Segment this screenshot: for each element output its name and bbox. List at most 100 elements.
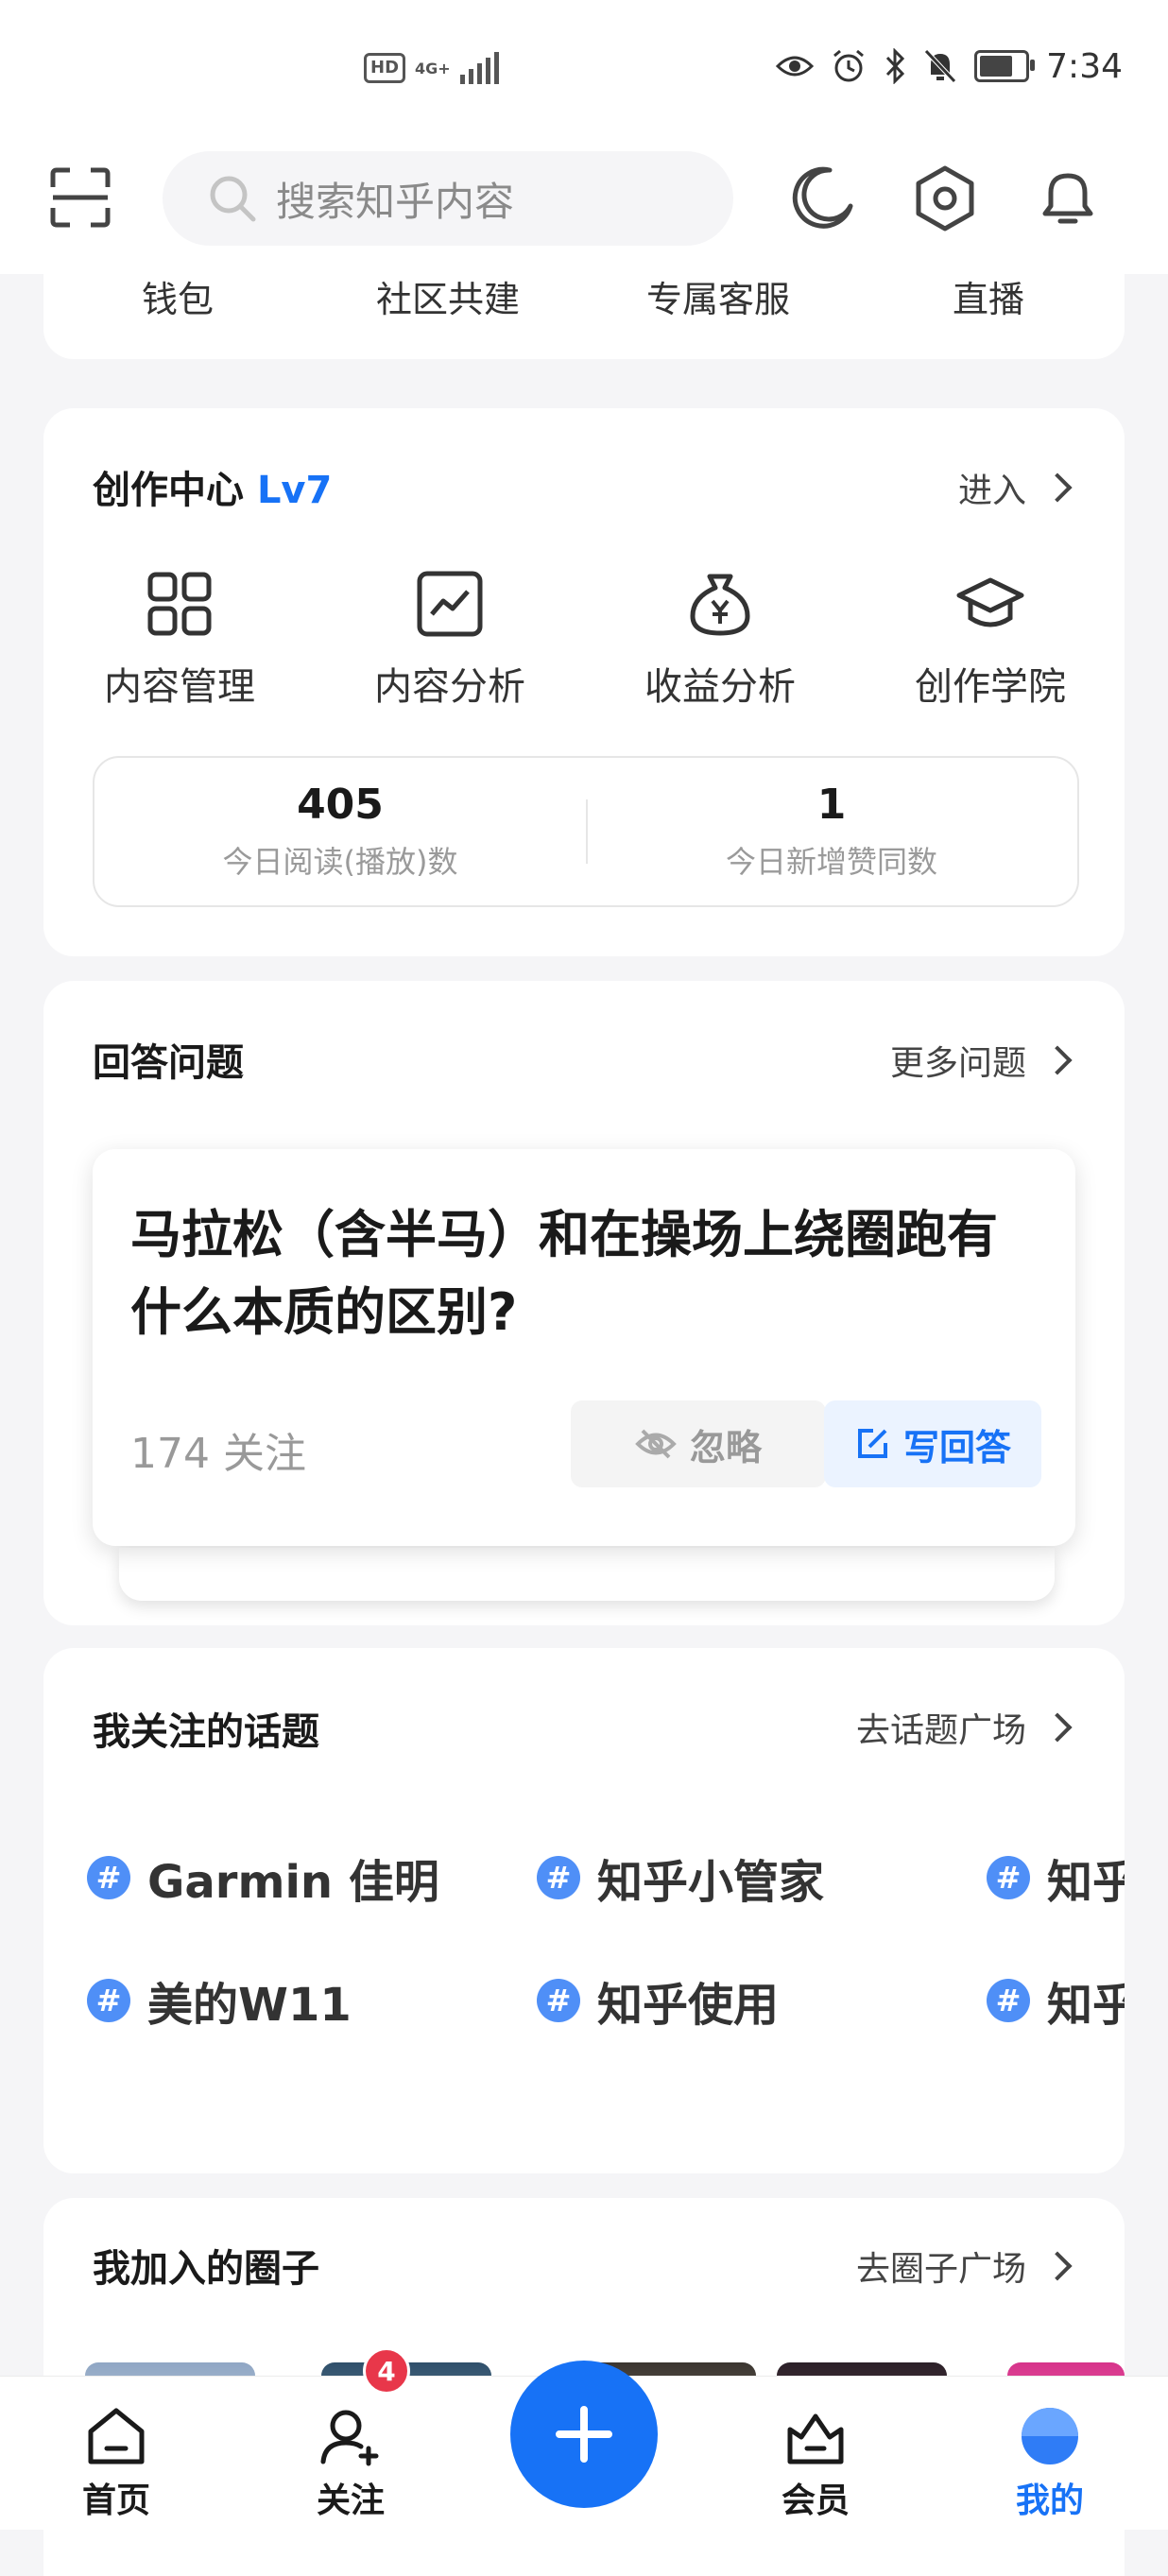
topic-chip[interactable]: # 知乎小管家 <box>537 1845 824 1911</box>
hashtag-icon: # <box>87 1979 130 2022</box>
topic-chip[interactable]: # 美的W11 <box>87 1967 352 2034</box>
enter-label: 进入 <box>957 472 1026 510</box>
hashtag-icon: # <box>987 1979 1030 2022</box>
network-type: 4G+ <box>415 59 451 77</box>
more-questions-label: 更多问题 <box>889 1044 1026 1083</box>
mute-icon <box>924 49 956 83</box>
answer-questions-title: 回答问题 <box>93 1041 244 1085</box>
question-card[interactable]: 马拉松（含半马）和在操场上绕圈跑有什么本质的区别? 174 关注 忽略 写回答 <box>93 1149 1075 1546</box>
circle-square-label: 去圈子广场 <box>855 2250 1026 2289</box>
topic-chip[interactable]: # Garmin 佳明 <box>87 1845 439 1911</box>
tool-label: 内容分析 <box>374 665 525 709</box>
money-bag-icon <box>690 574 750 636</box>
quick-link-community[interactable]: 社区共建 <box>353 270 542 322</box>
topics-scroller[interactable]: # Garmin 佳明 # 知乎小管家 # 知乎 # 美的W11 # 知乎使用 # 知乎 <box>43 1648 1125 2173</box>
topic-label: 知乎 <box>1047 1856 1125 1909</box>
creation-center-title-text: 创作中心 <box>93 469 244 512</box>
follow-badge: 4 <box>363 2347 410 2395</box>
search-icon <box>210 176 256 222</box>
clock: 7:34 <box>1046 46 1123 86</box>
tool-label: 创作学院 <box>915 665 1066 709</box>
vip-icon <box>787 2413 844 2464</box>
chevron-right-icon <box>1042 472 1073 503</box>
follow-icon <box>320 2410 379 2466</box>
quick-link-support[interactable]: 专属客服 <box>624 270 813 322</box>
topic-label: 知乎 <box>1047 1979 1125 2032</box>
stat-likes[interactable]: 1 今日新增赞同数 <box>586 781 1077 882</box>
bluetooth-icon <box>886 48 905 84</box>
edit-icon <box>857 1429 887 1458</box>
tool-income-analysis[interactable]: 收益分析 <box>616 569 824 711</box>
nav-label: 关注 <box>316 2482 385 2520</box>
stat-value: 405 <box>297 781 384 829</box>
question-title[interactable]: 马拉松（含半马）和在操场上绕圈跑有什么本质的区别? <box>130 1196 1038 1351</box>
plus-icon <box>556 2406 612 2463</box>
stat-value: 1 <box>816 781 847 829</box>
hashtag-icon: # <box>537 1979 580 2022</box>
hd-badge: HD <box>364 53 406 83</box>
profile-icon <box>1022 2408 1078 2464</box>
nav-vip[interactable]: 会员 <box>745 2403 886 2522</box>
tool-label: 内容管理 <box>104 665 255 709</box>
tool-content-analysis[interactable]: 内容分析 <box>346 569 554 711</box>
signal-icon <box>459 52 499 84</box>
write-answer-label: 写回答 <box>902 1426 1011 1468</box>
joined-circles-title: 我加入的圈子 <box>93 2247 319 2291</box>
topic-chip[interactable]: # 知乎 <box>987 1967 1125 2034</box>
hashtag-icon: # <box>537 1856 580 1899</box>
circle-square-link[interactable]: 去圈子广场 <box>856 2241 1075 2291</box>
grid-icon <box>147 572 212 636</box>
tool-creator-academy[interactable]: 创作学院 <box>886 569 1094 711</box>
topic-label: 美的W11 <box>147 1979 352 2032</box>
topic-chip[interactable]: # 知乎 <box>987 1845 1125 1911</box>
enter-creation-link[interactable]: 进入 <box>958 463 1075 512</box>
nav-label: 首页 <box>81 2482 150 2520</box>
eye-off-icon <box>635 1429 677 1459</box>
creation-center-title: 创作中心 Lv7 <box>93 459 332 514</box>
network-indicator: HD 4G+ <box>364 49 499 87</box>
nav-follow[interactable]: 关注 <box>280 2403 421 2522</box>
chart-line-icon <box>417 571 483 637</box>
search-placeholder: 搜索知乎内容 <box>276 178 515 225</box>
quick-link-wallet[interactable]: 钱包 <box>83 270 272 322</box>
chevron-right-icon <box>1042 1045 1073 1075</box>
tool-content-management[interactable]: 内容管理 <box>76 569 283 711</box>
create-post-button[interactable] <box>510 2361 658 2508</box>
more-questions-link[interactable]: 更多问题 <box>890 1036 1075 1085</box>
stat-label: 今日新增赞同数 <box>725 844 937 880</box>
creation-center-card: 创作中心 Lv7 进入 内容管理 内容分析 收益分析 创作学院 405 今日阅读… <box>43 408 1125 956</box>
topic-chip[interactable]: # 知乎使用 <box>537 1967 779 2034</box>
alarm-icon <box>833 49 865 82</box>
bell-icon[interactable] <box>1034 164 1102 232</box>
graduation-cap-icon <box>956 577 1024 627</box>
answer-questions-card: 回答问题 更多问题 马拉松（含半马）和在操场上绕圈跑有什么本质的区别? 174 … <box>43 981 1125 1625</box>
topic-label: 知乎小管家 <box>597 1856 825 1909</box>
followed-topics-card: 我关注的话题 去话题广场 # Garmin 佳明 # 知乎小管家 # 知乎 # 美的W1… <box>43 1648 1125 2173</box>
settings-icon[interactable] <box>911 164 979 232</box>
top-header: 搜索知乎内容 <box>0 132 1168 274</box>
stat-reads[interactable]: 405 今日阅读(播放)数 <box>94 781 586 882</box>
ignore-button[interactable]: 忽略 <box>571 1400 826 1487</box>
level-badge: Lv7 <box>256 469 333 512</box>
status-bar: HD 4G+ 7:34 <box>0 0 1168 132</box>
ignore-label: 忽略 <box>689 1426 762 1468</box>
quick-link-live[interactable]: 直播 <box>894 270 1083 322</box>
nav-home[interactable]: 首页 <box>45 2403 187 2522</box>
nav-label: 我的 <box>1015 2482 1084 2520</box>
nav-label: 会员 <box>781 2482 850 2520</box>
eye-icon <box>776 56 815 77</box>
stat-label: 今日阅读(播放)数 <box>222 844 458 880</box>
moon-icon[interactable] <box>788 164 856 232</box>
search-bar[interactable]: 搜索知乎内容 <box>163 151 733 246</box>
chevron-right-icon <box>1042 2251 1073 2281</box>
question-followers: 174 关注 <box>130 1430 306 1478</box>
hashtag-icon: # <box>87 1856 130 1899</box>
write-answer-button[interactable]: 写回答 <box>824 1400 1041 1487</box>
scan-icon[interactable] <box>49 166 112 229</box>
today-stats: 405 今日阅读(播放)数 1 今日新增赞同数 <box>93 756 1079 907</box>
hashtag-icon: # <box>987 1856 1030 1899</box>
stacked-card-shadow <box>119 1548 1055 1601</box>
battery-icon <box>974 50 1036 82</box>
nav-profile[interactable]: 我的 <box>979 2403 1121 2522</box>
home-icon <box>88 2408 145 2464</box>
